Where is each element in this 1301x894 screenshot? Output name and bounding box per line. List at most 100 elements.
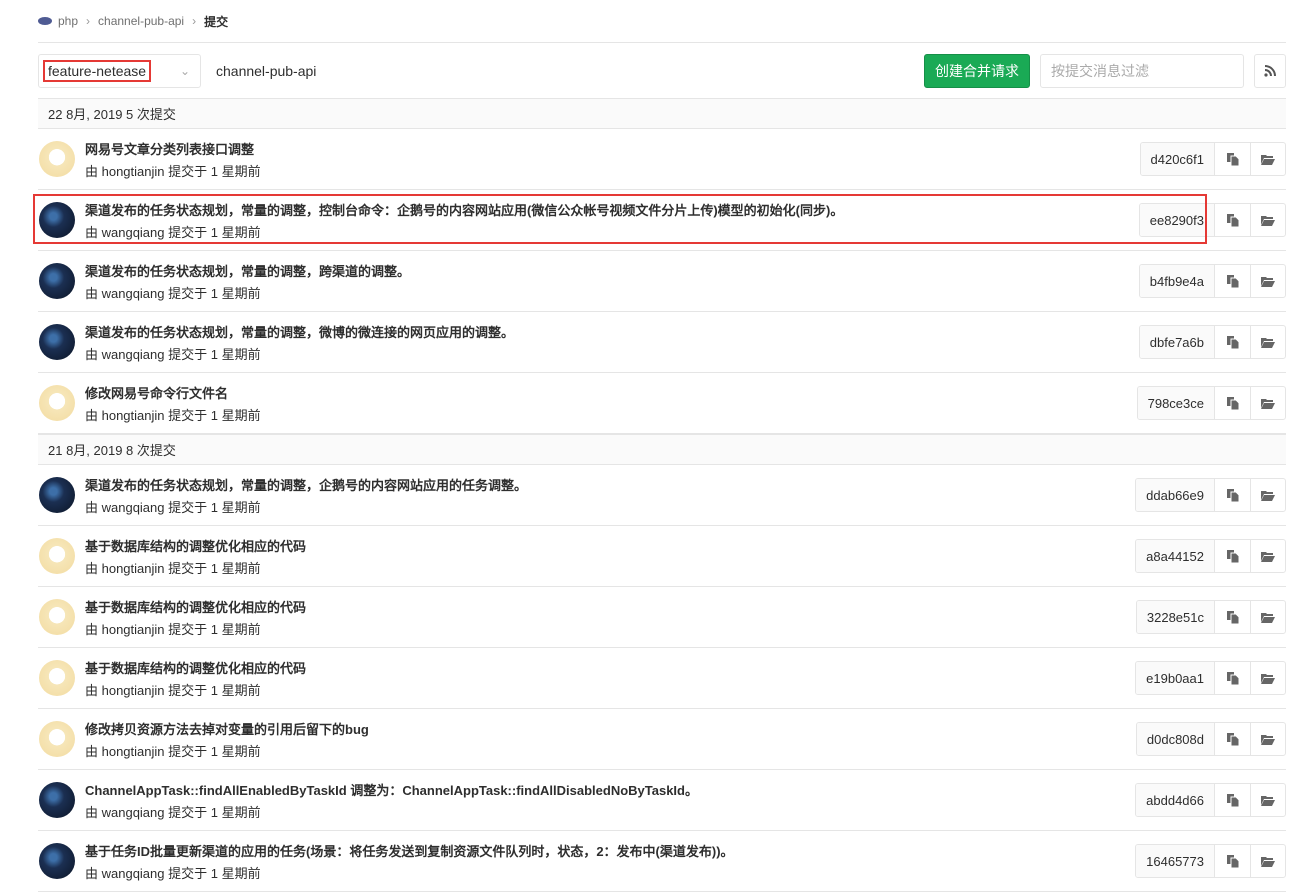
commit-title[interactable]: 渠道发布的任务状态规划，常量的调整，控制台命令：企鹅号的内容网站应用(微信公众帐…: [85, 200, 843, 219]
commit-sha-link[interactable]: e19b0aa1: [1136, 662, 1215, 694]
commit-title[interactable]: 基于任务ID批量更新渠道的应用的任务(场景：将任务发送到复制资源文件队列时，状态…: [85, 841, 734, 860]
avatar[interactable]: [39, 263, 75, 299]
commit-title[interactable]: 渠道发布的任务状态规划，常量的调整，跨渠道的调整。: [85, 261, 410, 280]
commit-filter-input[interactable]: [1040, 53, 1244, 88]
copy-sha-icon[interactable]: [1215, 540, 1250, 572]
commit-meta: 由 hongtianjin 提交于 1 星期前: [85, 560, 261, 576]
commit-sha-link[interactable]: dbfe7a6b: [1139, 326, 1215, 358]
copy-sha-icon[interactable]: [1215, 662, 1250, 694]
breadcrumb-project[interactable]: channel-pub-api: [98, 14, 184, 28]
avatar[interactable]: [39, 721, 75, 757]
commit-sha-link[interactable]: 3228e51c: [1136, 601, 1215, 633]
copy-sha-icon[interactable]: [1215, 784, 1250, 816]
project-path: channel-pub-api: [216, 62, 317, 79]
commit-actions: ee8290f3: [1138, 203, 1286, 237]
chevron-right-icon: ›: [192, 14, 197, 28]
browse-files-icon[interactable]: [1250, 204, 1285, 236]
commit-actions: e19b0aa1: [1135, 661, 1286, 695]
copy-sha-icon[interactable]: [1215, 601, 1250, 633]
commit-meta: 由 wangqiang 提交于 1 星期前: [85, 346, 261, 362]
commit-title[interactable]: 网易号文章分类列表接口调整: [85, 139, 261, 158]
browse-files-icon[interactable]: [1250, 326, 1285, 358]
browse-files-icon[interactable]: [1250, 784, 1285, 816]
commit-row: 修改网易号命令行文件名 由 hongtianjin 提交于 1 星期前 798c…: [38, 373, 1286, 434]
avatar[interactable]: [39, 324, 75, 360]
copy-sha-icon[interactable]: [1215, 479, 1250, 511]
commit-sha-link[interactable]: abdd4d66: [1136, 784, 1215, 816]
commit-title[interactable]: ChannelAppTask::findAllEnabledByTaskId 调…: [85, 780, 698, 799]
copy-sha-icon[interactable]: [1215, 326, 1250, 358]
browse-files-icon[interactable]: [1250, 540, 1285, 572]
avatar[interactable]: [39, 141, 75, 177]
commit-row: 基于数据库结构的调整优化相应的代码 由 hongtianjin 提交于 1 星期…: [38, 526, 1286, 587]
browse-files-icon[interactable]: [1250, 845, 1285, 877]
browse-files-icon[interactable]: [1250, 662, 1285, 694]
commit-row: 基于数据库结构的调整优化相应的代码 由 hongtianjin 提交于 1 星期…: [38, 587, 1286, 648]
commit-row: 渠道发布的任务状态规划，常量的调整，跨渠道的调整。 由 wangqiang 提交…: [38, 251, 1286, 312]
create-merge-request-button[interactable]: 创建合并请求: [924, 53, 1030, 88]
avatar[interactable]: [39, 660, 75, 696]
browse-files-icon[interactable]: [1250, 479, 1285, 511]
commit-sha-link[interactable]: ddab66e9: [1136, 479, 1215, 511]
copy-sha-icon[interactable]: [1215, 723, 1250, 755]
commit-meta: 由 wangqiang 提交于 1 星期前: [85, 224, 261, 240]
browse-files-icon[interactable]: [1250, 723, 1285, 755]
avatar[interactable]: [39, 782, 75, 818]
avatar[interactable]: [39, 538, 75, 574]
chevron-right-icon: ›: [86, 14, 91, 28]
avatar[interactable]: [39, 843, 75, 879]
commit-sha-link[interactable]: d0dc808d: [1136, 723, 1215, 755]
commit-row: ChannelAppTask::findAllEnabledByTaskId 调…: [38, 770, 1286, 831]
commit-meta: 由 hongtianjin 提交于 1 星期前: [85, 682, 261, 698]
php-logo-icon: [38, 17, 52, 25]
commit-sha-link[interactable]: 798ce3ce: [1137, 387, 1215, 419]
commit-actions: ddab66e9: [1135, 478, 1286, 512]
commit-title[interactable]: 渠道发布的任务状态规划，常量的调整，企鹅号的内容网站应用的任务调整。: [85, 475, 527, 494]
avatar[interactable]: [39, 477, 75, 513]
browse-files-icon[interactable]: [1250, 601, 1285, 633]
toolbar: feature-netease ⌄ channel-pub-api 创建合并请求: [38, 43, 1286, 98]
commit-title[interactable]: 渠道发布的任务状态规划，常量的调整，微博的微连接的网页应用的调整。: [85, 322, 514, 341]
commit-actions: d0dc808d: [1135, 722, 1286, 756]
commit-actions: b4fb9e4a: [1138, 264, 1286, 298]
avatar[interactable]: [39, 599, 75, 635]
day-header: 22 8月, 2019 5 次提交: [38, 98, 1286, 129]
commit-sha-link[interactable]: ee8290f3: [1139, 204, 1215, 236]
commit-title[interactable]: 基于数据库结构的调整优化相应的代码: [85, 658, 306, 677]
commit-meta: 由 wangqiang 提交于 1 星期前: [85, 804, 261, 820]
commit-title[interactable]: 基于数据库结构的调整优化相应的代码: [85, 597, 306, 616]
rss-icon[interactable]: [1254, 53, 1286, 88]
copy-sha-icon[interactable]: [1215, 265, 1250, 297]
commit-title[interactable]: 修改拷贝资源方法去掉对变量的引用后留下的bug: [85, 719, 369, 738]
branch-dropdown[interactable]: feature-netease ⌄: [38, 53, 201, 88]
commit-actions: a8a44152: [1135, 539, 1286, 573]
avatar[interactable]: [39, 202, 75, 238]
commit-sha-link[interactable]: 16465773: [1136, 845, 1215, 877]
breadcrumb-current: 提交: [204, 14, 229, 29]
avatar[interactable]: [39, 385, 75, 421]
commit-actions: abdd4d66: [1135, 783, 1286, 817]
commit-meta: 由 hongtianjin 提交于 1 星期前: [85, 743, 261, 759]
commit-sha-link[interactable]: d420c6f1: [1140, 143, 1215, 175]
copy-sha-icon[interactable]: [1215, 204, 1250, 236]
commit-title[interactable]: 修改网易号命令行文件名: [85, 383, 261, 402]
browse-files-icon[interactable]: [1250, 143, 1285, 175]
commit-meta: 由 hongtianjin 提交于 1 星期前: [85, 407, 261, 423]
copy-sha-icon[interactable]: [1215, 845, 1250, 877]
commit-actions: d420c6f1: [1139, 142, 1286, 176]
copy-sha-icon[interactable]: [1215, 387, 1250, 419]
day-header: 21 8月, 2019 8 次提交: [38, 434, 1286, 465]
commit-row: 修改拷贝资源方法去掉对变量的引用后留下的bug 由 hongtianjin 提交…: [38, 709, 1286, 770]
commit-row: 基于数据库结构的调整优化相应的代码 由 hongtianjin 提交于 1 星期…: [38, 648, 1286, 709]
browse-files-icon[interactable]: [1250, 265, 1285, 297]
breadcrumb-group[interactable]: php: [58, 14, 78, 28]
commit-sha-link[interactable]: a8a44152: [1136, 540, 1215, 572]
commit-meta: 由 hongtianjin 提交于 1 星期前: [85, 621, 261, 637]
breadcrumb: php › channel-pub-api › 提交: [38, 0, 1286, 43]
commit-title[interactable]: 基于数据库结构的调整优化相应的代码: [85, 536, 306, 555]
commit-sha-link[interactable]: b4fb9e4a: [1139, 265, 1215, 297]
commit-row: 基于任务ID批量更新渠道的应用的任务(场景：将任务发送到复制资源文件队列时，状态…: [38, 831, 1286, 892]
copy-sha-icon[interactable]: [1215, 143, 1250, 175]
commit-row: 网易号文章分类列表接口调整 由 hongtianjin 提交于 1 星期前 d4…: [38, 129, 1286, 190]
browse-files-icon[interactable]: [1250, 387, 1285, 419]
